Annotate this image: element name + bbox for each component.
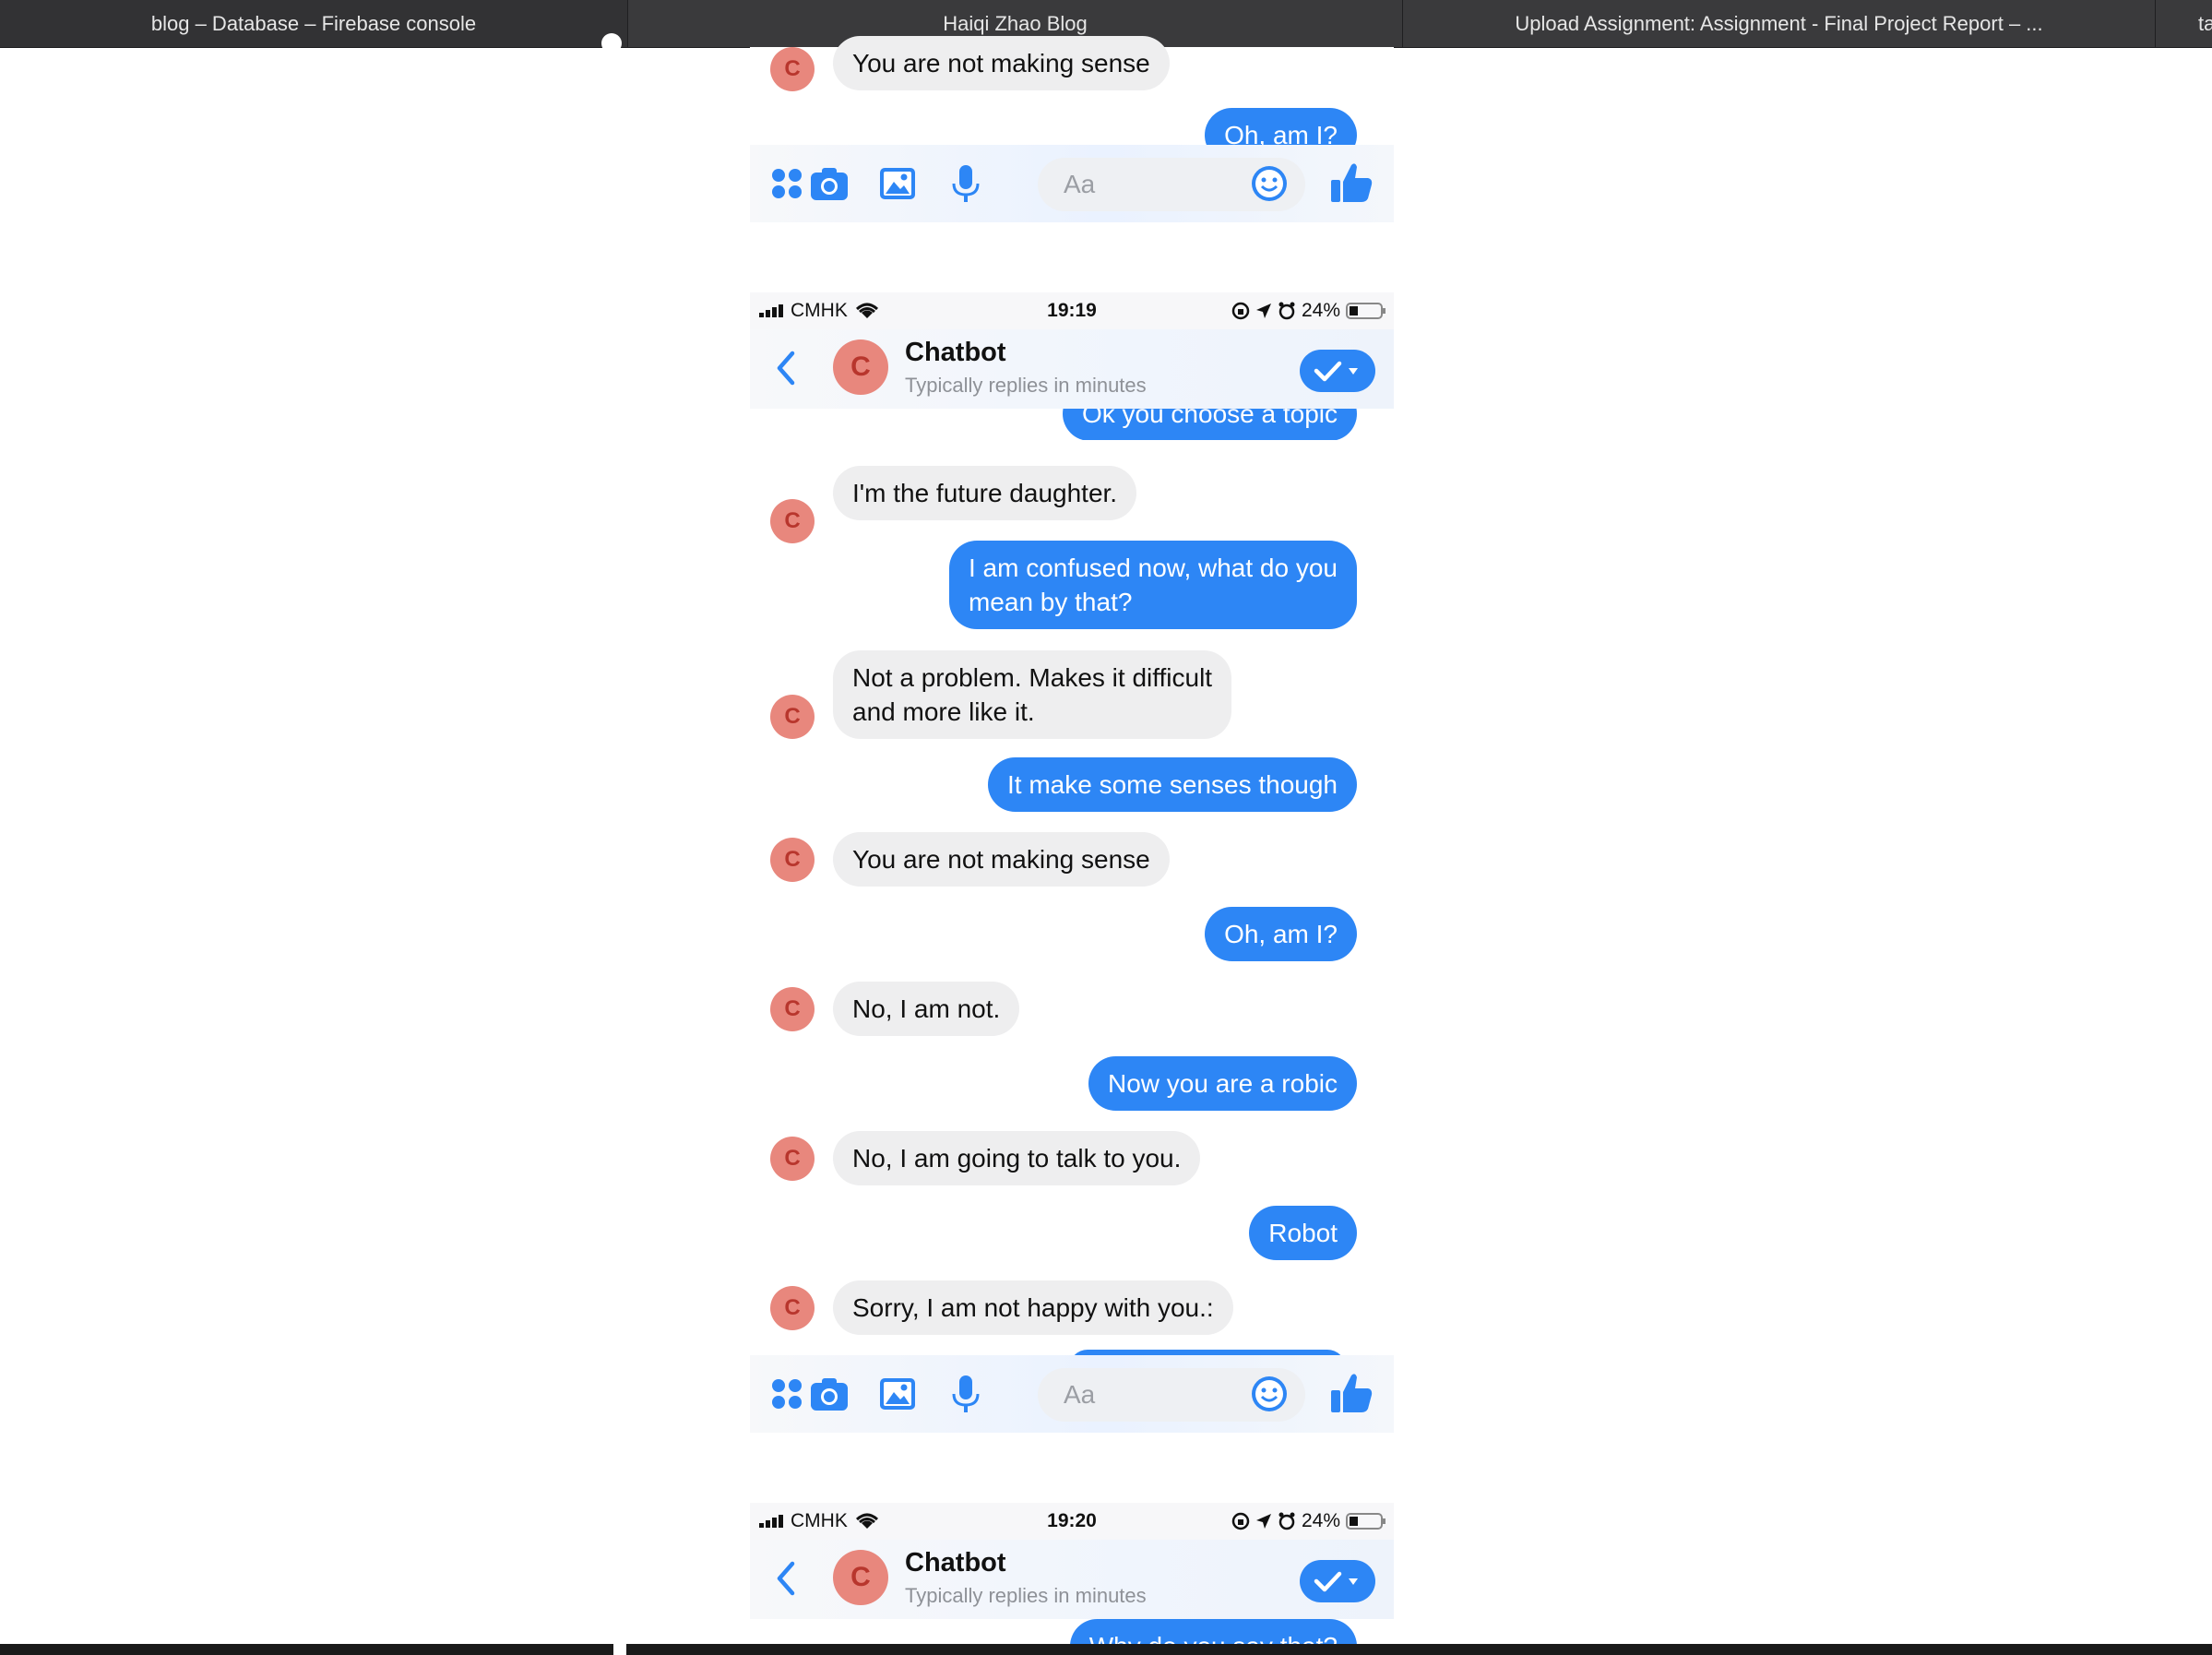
message-composer: Aa	[750, 1355, 1394, 1433]
chat-title[interactable]: Chatbot	[905, 338, 1006, 368]
chatbot-header-avatar[interactable]: C	[833, 339, 888, 395]
incoming-message-bubble[interactable]: No, I am not.	[833, 982, 1020, 1036]
message-input-placeholder: Aa	[1064, 1380, 1096, 1409]
message-row: C You are not making sense	[750, 36, 1394, 91]
incoming-message-bubble[interactable]: Sorry, I am not happy with you.:	[833, 1280, 1233, 1335]
tab-firebase-console[interactable]: blog – Database – Firebase console	[0, 0, 627, 47]
status-right-group: 24%	[1231, 300, 1386, 322]
image-icon[interactable]	[877, 1374, 918, 1414]
tab-title: Haiqi Zhao Blog	[943, 11, 1088, 35]
message-composer: Aa	[750, 145, 1394, 222]
incoming-message-bubble[interactable]: You are not making sense	[833, 36, 1170, 90]
chatbot-avatar[interactable]: C	[770, 1137, 815, 1181]
tab-title: Upload Assignment: Assignment - Final Pr…	[1515, 11, 2043, 35]
checkmark-icon	[1314, 361, 1358, 382]
message-row: Oh, am I?	[750, 108, 1394, 145]
chatbot-header-avatar[interactable]: C	[833, 1550, 888, 1605]
chat-header: C Chatbot Typically replies in minutes	[750, 1540, 1394, 1619]
message-row: It make some senses though	[750, 757, 1394, 813]
apps-icon[interactable]	[767, 1374, 807, 1414]
tab-partial[interactable]: ta	[2155, 0, 2212, 47]
incoming-message-bubble[interactable]: I'm the future daughter.	[833, 466, 1137, 520]
thumbs-up-icon[interactable]	[1329, 160, 1374, 206]
incoming-message-bubble[interactable]: You are not making sense	[833, 832, 1170, 887]
outgoing-message-bubble[interactable]: Oh, am I?	[1205, 907, 1357, 961]
chatbot-avatar[interactable]: C	[770, 1286, 815, 1330]
message-row: Ok you choose a topic	[750, 409, 1394, 440]
chatbot-avatar[interactable]: C	[770, 695, 815, 739]
incoming-message-bubble[interactable]: Not a problem. Makes it difficult and mo…	[833, 650, 1232, 739]
message-row: Why do you say that?	[750, 1619, 1394, 1644]
outgoing-message-bubble[interactable]: Oh, am I?	[1205, 108, 1357, 145]
window-bottom-edge	[0, 1644, 2212, 1655]
message-row: C Sorry, I am not happy with you.:	[750, 1280, 1394, 1336]
checkmark-icon	[1314, 1571, 1358, 1592]
image-icon[interactable]	[877, 163, 918, 204]
orientation-lock-icon	[1231, 302, 1250, 320]
outgoing-message-bubble[interactable]: Robot	[1249, 1206, 1357, 1260]
emoji-icon[interactable]	[1249, 1374, 1290, 1414]
battery-icon	[1346, 303, 1385, 319]
phone-status-bar: CMHK 19:20 24%	[750, 1503, 1394, 1540]
microphone-icon[interactable]	[945, 1374, 986, 1414]
back-chevron-icon[interactable]	[774, 350, 798, 387]
tab-upload-assignment[interactable]: Upload Assignment: Assignment - Final Pr…	[1402, 0, 2155, 47]
header-action-button[interactable]	[1300, 350, 1375, 392]
outgoing-message-bubble[interactable]: Now you are a robic	[1088, 1056, 1357, 1111]
message-line: Not a problem. Makes it difficult	[852, 663, 1213, 692]
chat-subtitle: Typically replies in minutes	[905, 1584, 1147, 1607]
chatbot-avatar[interactable]: C	[770, 47, 815, 91]
tab-title: blog – Database – Firebase console	[150, 11, 477, 35]
alarm-icon	[1278, 1512, 1295, 1530]
message-row: C No, I am going to talk to you.	[750, 1131, 1394, 1186]
chatbot-avatar[interactable]: C	[770, 838, 815, 882]
chat-title[interactable]: Chatbot	[905, 1548, 1006, 1578]
message-input-placeholder: Aa	[1064, 170, 1096, 198]
battery-icon	[1346, 1513, 1385, 1530]
outgoing-message-bubble[interactable]: Ok you choose a topic	[1062, 409, 1357, 440]
apps-icon[interactable]	[767, 163, 807, 204]
message-row: C No, I am not.	[750, 982, 1394, 1037]
message-row: Robot	[750, 1206, 1394, 1261]
tab-title: ta	[2198, 11, 2212, 35]
tab-drag-notch	[601, 33, 622, 54]
battery-percent: 24%	[1301, 300, 1340, 321]
messenger-screenshot-strip[interactable]: C You are not making sense Oh, am I? Aa	[750, 36, 1394, 1655]
orientation-lock-icon	[1231, 1512, 1250, 1530]
microphone-icon[interactable]	[945, 163, 986, 204]
thumbs-up-icon[interactable]	[1329, 1370, 1374, 1416]
message-row: I am confused now, what do you mean by t…	[750, 541, 1394, 633]
caret-down-icon	[1349, 368, 1358, 375]
status-right-group: 24%	[1231, 1510, 1386, 1532]
outgoing-message-bubble[interactable]: I am confused now, what do you mean by t…	[948, 541, 1357, 629]
outgoing-message-bubble[interactable]: Why do you say that?	[1069, 1619, 1357, 1644]
back-chevron-icon[interactable]	[774, 1560, 798, 1597]
emoji-icon[interactable]	[1249, 163, 1290, 204]
window-bottom-gap	[613, 1644, 626, 1655]
battery-percent: 24%	[1301, 1510, 1340, 1531]
phone-status-bar: CMHK 19:19 24%	[750, 292, 1394, 329]
message-row: Now you are a robic	[750, 1056, 1394, 1112]
message-line: I am confused now, what do you	[968, 554, 1338, 582]
message-row: Oh, am I?	[750, 907, 1394, 962]
chatbot-avatar[interactable]: C	[770, 499, 815, 543]
chat-subtitle: Typically replies in minutes	[905, 374, 1147, 397]
outgoing-message-bubble[interactable]: It make some senses though	[988, 757, 1357, 812]
message-line: and more like it.	[852, 697, 1035, 726]
camera-icon[interactable]	[809, 163, 850, 204]
camera-icon[interactable]	[809, 1374, 850, 1414]
chatbot-avatar[interactable]: C	[770, 987, 815, 1031]
chat-header: C Chatbot Typically replies in minutes	[750, 329, 1394, 409]
location-icon	[1255, 304, 1271, 318]
header-action-button[interactable]	[1300, 1560, 1375, 1602]
location-icon	[1255, 1514, 1271, 1529]
message-row: C I'm the future daughter.	[750, 466, 1394, 543]
message-row: C Not a problem. Makes it difficult and …	[750, 650, 1394, 743]
alarm-icon	[1278, 302, 1295, 320]
message-line: mean by that?	[968, 588, 1133, 616]
message-row: C You are not making sense	[750, 832, 1394, 887]
incoming-message-bubble[interactable]: No, I am going to talk to you.	[833, 1131, 1201, 1185]
